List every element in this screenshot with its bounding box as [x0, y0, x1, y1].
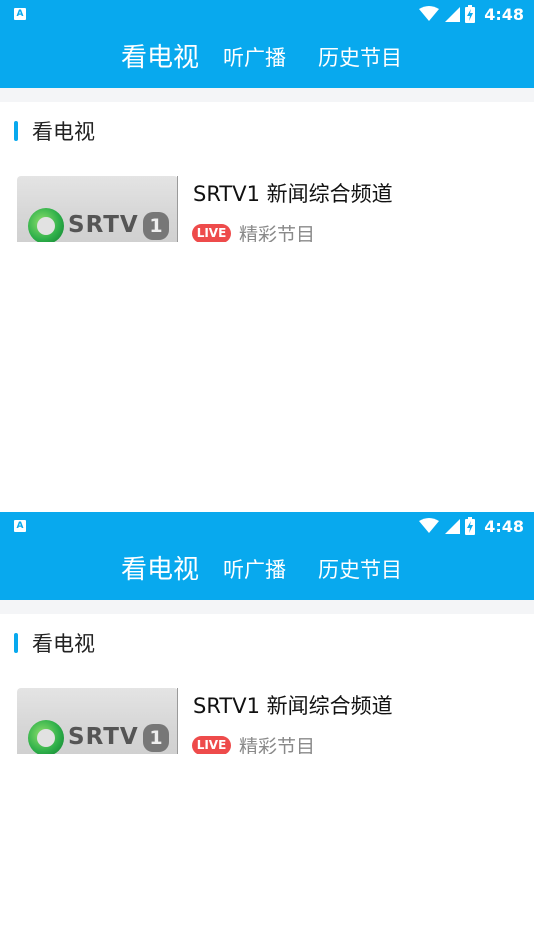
- channel-list-item[interactable]: SRTV 1 SRTV1 新闻综合频道 LIVE 精彩节目: [0, 684, 534, 754]
- channel-thumbnail[interactable]: SRTV 1: [17, 688, 178, 754]
- tab-watch-tv[interactable]: 看电视: [121, 540, 199, 600]
- section-divider: [0, 600, 534, 614]
- section-title: 看电视: [32, 120, 95, 144]
- wifi-icon: [419, 518, 440, 533]
- thumbnail-divider: [177, 176, 178, 242]
- notification-icon: A: [14, 8, 26, 20]
- cellular-signal-icon: [445, 7, 461, 22]
- section-title: 看电视: [32, 632, 95, 656]
- channel-list-item[interactable]: SRTV 1 SRTV1 新闻综合频道 LIVE 精彩节目: [0, 172, 534, 242]
- status-time: 4:48: [484, 516, 524, 536]
- channel-thumbnail[interactable]: SRTV 1: [17, 176, 178, 242]
- app-screen-duplicate: A 4:48 看电视 听广播 历史节目 看电视 SRTV 1 SRTV1 新闻综…: [0, 512, 534, 950]
- thumbnail-divider: [177, 688, 178, 754]
- status-time: 4:48: [484, 4, 524, 24]
- status-bar: A 4:48: [0, 0, 534, 28]
- srtv-logo-emblem: [28, 208, 64, 242]
- live-badge: LIVE: [192, 224, 231, 242]
- srtv-logo-number: 1: [143, 724, 169, 752]
- channel-subtitle: 精彩节目: [239, 736, 316, 754]
- channel-name[interactable]: SRTV1 新闻综合频道: [193, 690, 393, 720]
- section-divider: [0, 88, 534, 102]
- tab-listen-radio[interactable]: 听广播: [223, 28, 286, 88]
- section-accent-bar: [14, 121, 18, 141]
- channel-name[interactable]: SRTV1 新闻综合频道: [193, 178, 393, 208]
- section-header: 看电视: [0, 102, 534, 160]
- wifi-icon: [419, 6, 440, 21]
- top-tab-bar: 看电视 听广播 历史节目: [0, 540, 534, 600]
- tab-watch-tv[interactable]: 看电视: [121, 28, 199, 88]
- tab-history-programs[interactable]: 历史节目: [318, 540, 402, 600]
- cellular-signal-icon: [445, 519, 461, 534]
- channel-subtitle: 精彩节目: [239, 224, 316, 242]
- battery-charging-icon: [465, 517, 476, 535]
- status-bar: A 4:48: [0, 512, 534, 540]
- srtv-logo-number: 1: [143, 212, 169, 240]
- battery-charging-icon: [465, 5, 476, 23]
- top-tab-bar: 看电视 听广播 历史节目: [0, 28, 534, 88]
- tab-history-programs[interactable]: 历史节目: [318, 28, 402, 88]
- status-icons: 4:48: [419, 516, 524, 536]
- srtv-logo: SRTV 1: [28, 718, 169, 754]
- live-badge: LIVE: [192, 736, 231, 754]
- srtv-logo-text: SRTV: [68, 724, 139, 750]
- section-header: 看电视: [0, 614, 534, 672]
- srtv-logo-emblem: [28, 720, 64, 754]
- status-icons: 4:48: [419, 4, 524, 24]
- notification-icon: A: [14, 520, 26, 532]
- app-screen: A 4:48 看电视 听广播 历史节目 看电视 SRTV 1 SRTV1 新闻综…: [0, 0, 534, 512]
- tab-listen-radio[interactable]: 听广播: [223, 540, 286, 600]
- srtv-logo: SRTV 1: [28, 206, 169, 242]
- srtv-logo-text: SRTV: [68, 212, 139, 238]
- section-accent-bar: [14, 633, 18, 653]
